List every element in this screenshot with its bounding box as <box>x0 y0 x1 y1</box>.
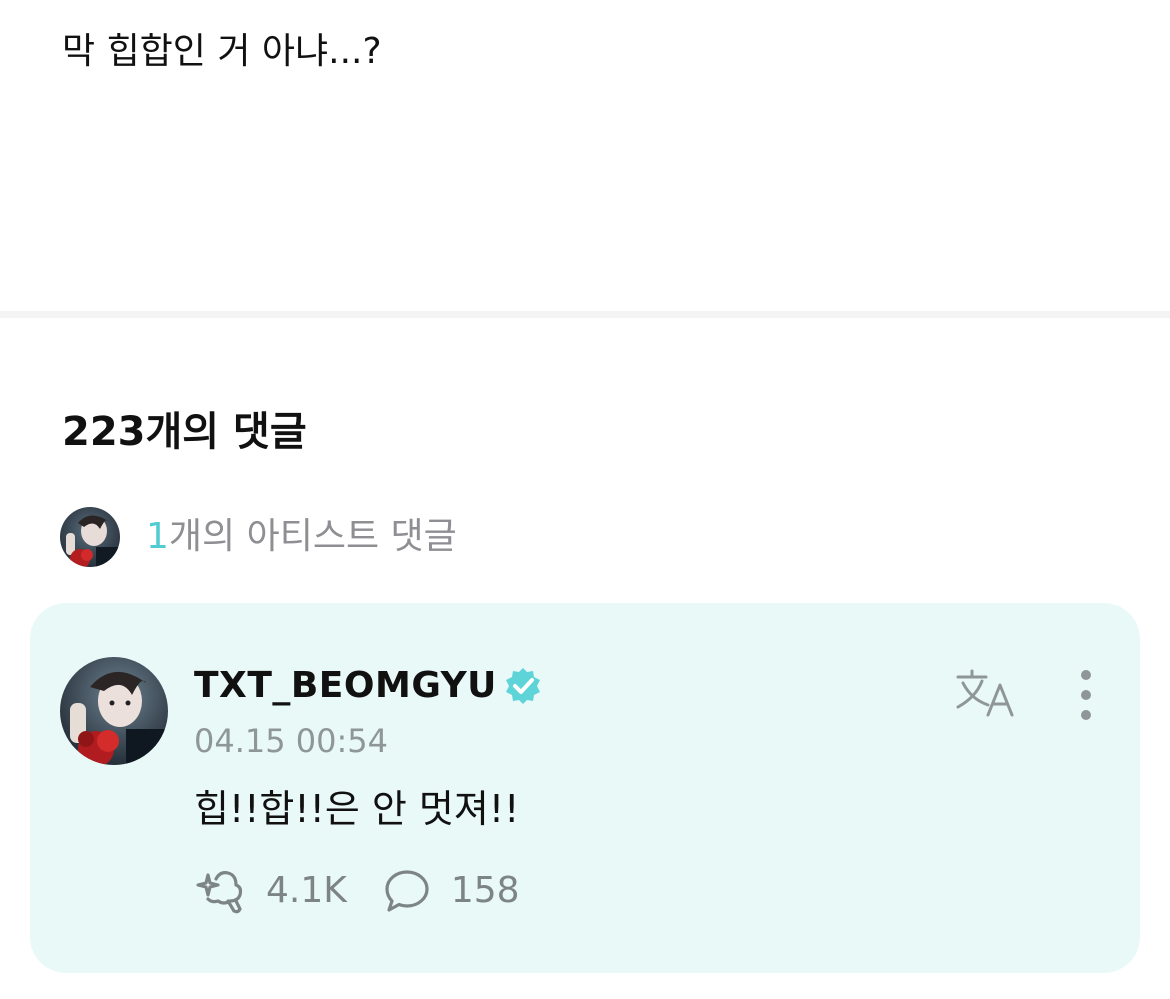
comment-actions: 4.1K 158 <box>194 865 520 917</box>
author-name[interactable]: TXT_BEOMGYU <box>194 662 497 710</box>
more-vertical-icon[interactable] <box>1068 667 1104 723</box>
artist-avatar <box>60 507 120 567</box>
verified-badge-icon <box>503 666 543 706</box>
reply-count: 158 <box>450 870 520 911</box>
comment-timestamp: 04.15 00:54 <box>194 722 388 760</box>
author-avatar[interactable] <box>60 657 168 765</box>
reply-button[interactable]: 158 <box>383 867 520 915</box>
artist-comment-card: TXT_BEOMGYU 04.15 00:54 힙!!합!!은 안 멋져!! 4… <box>30 603 1140 973</box>
translate-icon[interactable] <box>954 667 1020 719</box>
comments-count-heading: 223개의 댓글 <box>62 409 307 455</box>
comment-body: 힙!!합!!은 안 멋져!! <box>194 787 520 831</box>
speech-bubble-icon <box>385 870 429 912</box>
sparkle-heart-icon <box>196 871 243 914</box>
artist-comments-label: 1개의 아티스트 댓글 <box>146 513 457 561</box>
author-row: TXT_BEOMGYU <box>194 661 543 711</box>
section-divider <box>0 311 1170 318</box>
artist-comments-summary[interactable]: 1개의 아티스트 댓글 <box>60 506 457 568</box>
post-text: 막 힙합인 거 아냐...? <box>62 31 382 72</box>
like-button[interactable]: 4.1K <box>194 867 347 915</box>
artist-comment-label-text: 개의 아티스트 댓글 <box>168 516 457 557</box>
like-count: 4.1K <box>266 870 347 911</box>
artist-comment-count: 1 <box>146 516 169 557</box>
